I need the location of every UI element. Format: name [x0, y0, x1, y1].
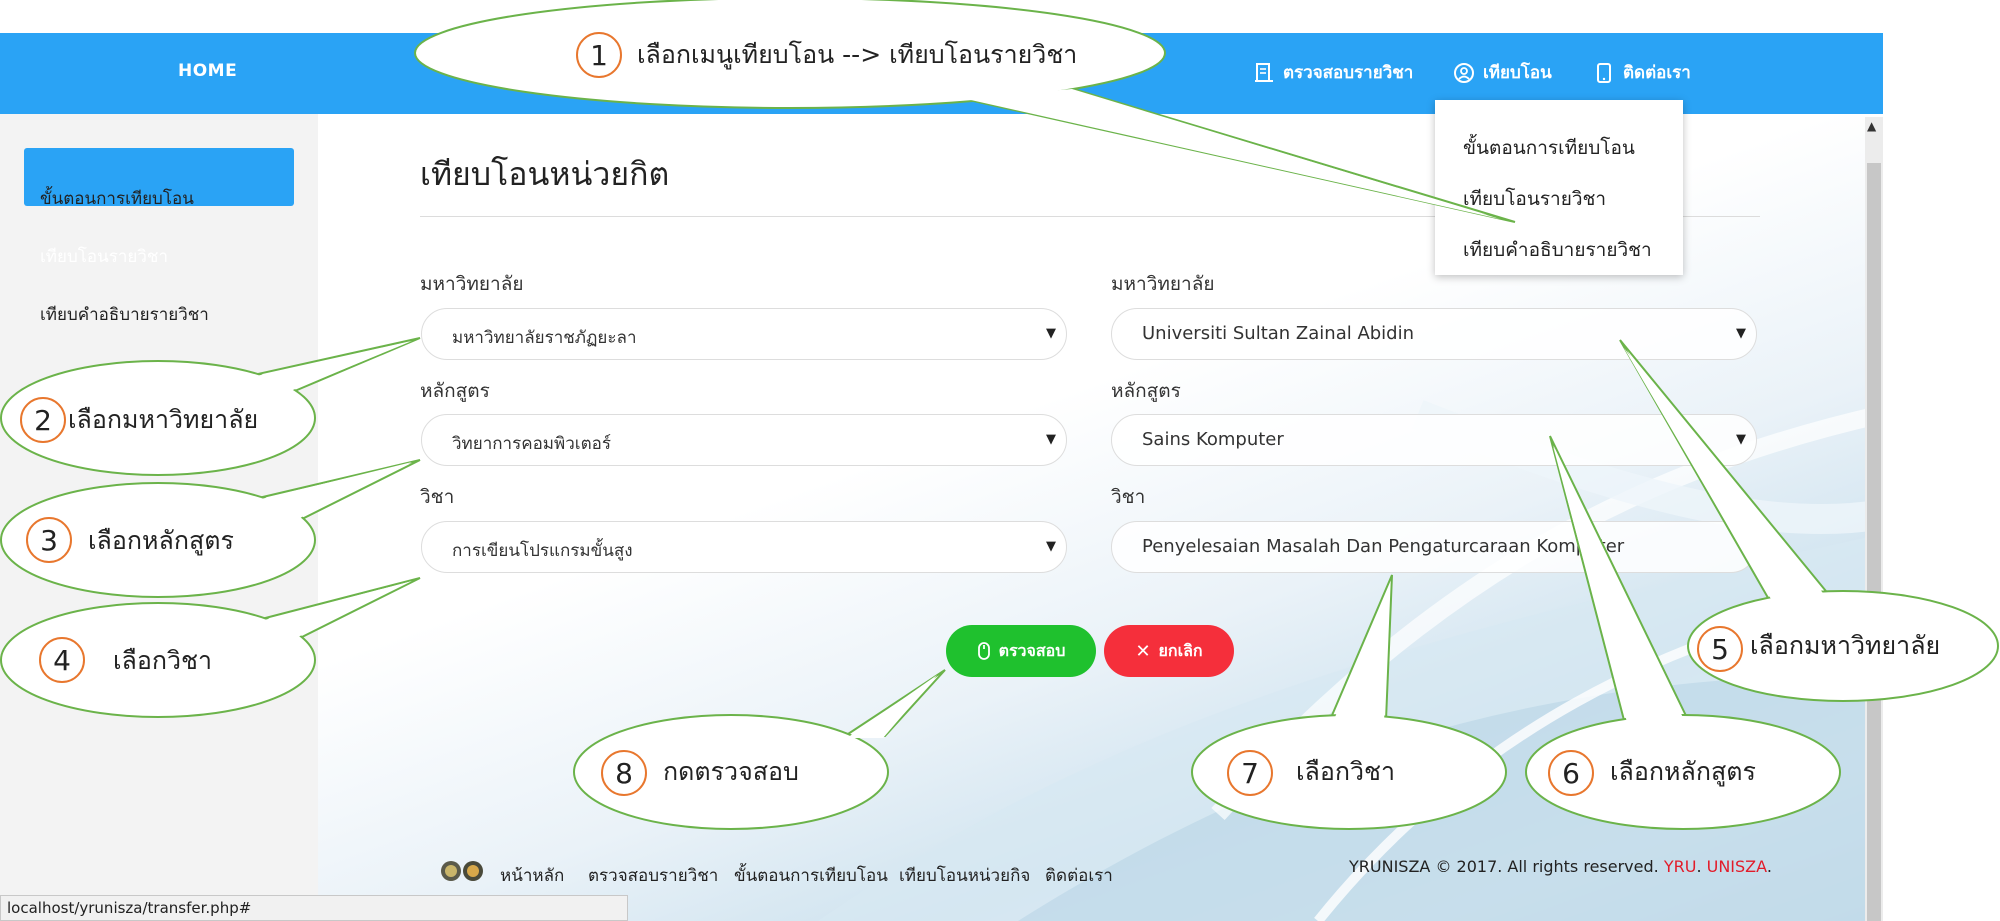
callout-1-number: 1: [590, 39, 608, 72]
callout-6-number: 6: [1562, 757, 1580, 790]
annotation-overlay: 1 2 3 4 5 6 7 8 เลือกเมนูเทียบโอน --> เท…: [0, 0, 1999, 830]
callout-2-number: 2: [34, 404, 52, 437]
callout-5-number: 5: [1711, 633, 1729, 666]
callout-5-text: เลือกมหาวิทยาลัย: [1750, 631, 1940, 660]
callout-7-number: 7: [1241, 757, 1259, 790]
callout-4-text: เลือกวิชา: [113, 646, 212, 675]
callout-8-number: 8: [615, 757, 633, 790]
callout-8-text: กดตรวจสอบ: [663, 757, 799, 786]
callout-1-text: เลือกเมนูเทียบโอน --> เทียบโอนรายวิชา: [637, 40, 1077, 70]
callout-6-text: เลือกหลักสูตร: [1610, 757, 1756, 787]
callout-2-text: เลือกมหาวิทยาลัย: [68, 405, 258, 434]
callout-4-number: 4: [53, 644, 71, 677]
callout-8: [573, 669, 946, 830]
callout-7-text: เลือกวิชา: [1296, 757, 1395, 786]
callout-1: [414, 0, 1516, 223]
callout-3-number: 3: [40, 524, 58, 557]
callout-3-text: เลือกหลักสูตร: [88, 526, 234, 556]
